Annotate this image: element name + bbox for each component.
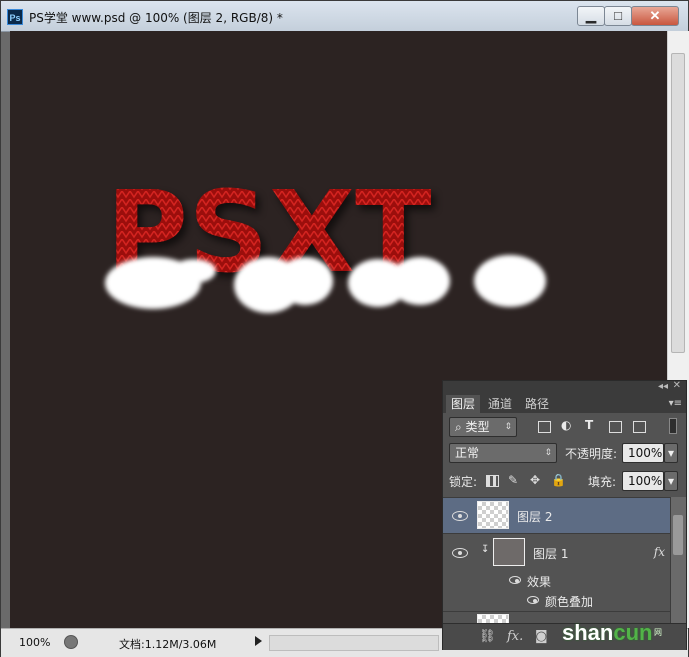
panel-close-icon[interactable]: ✕ bbox=[673, 380, 681, 391]
lock-all-icon[interactable]: 🔒 bbox=[551, 474, 566, 486]
layer-row-2[interactable]: 图层 2 bbox=[443, 497, 670, 533]
panel-menu-icon[interactable]: ▾≡ bbox=[669, 398, 682, 409]
filter-shape-icon[interactable] bbox=[609, 421, 622, 433]
visibility-eye-icon[interactable] bbox=[452, 548, 468, 558]
lock-move-icon[interactable]: ✥ bbox=[529, 474, 541, 486]
blend-mode-select[interactable]: 正常 ⇕ bbox=[449, 443, 557, 463]
visibility-eye-icon[interactable] bbox=[452, 511, 468, 521]
zoom-level[interactable]: 100% bbox=[19, 636, 50, 649]
add-mask-icon[interactable]: ◙ bbox=[535, 629, 548, 644]
opacity-dropdown-icon[interactable]: ▾ bbox=[664, 443, 678, 463]
filter-pixel-icon[interactable] bbox=[538, 421, 551, 433]
minimize-button[interactable]: ▁ bbox=[577, 6, 605, 26]
chevron-updown-icon: ⇕ bbox=[504, 422, 512, 432]
layer-name[interactable]: 图层 2 bbox=[517, 508, 552, 525]
chevron-updown-icon: ⇕ bbox=[544, 448, 552, 458]
fill-dropdown-icon[interactable]: ▾ bbox=[664, 471, 678, 491]
link-layers-icon[interactable]: ⛓ bbox=[479, 629, 496, 644]
export-status-icon[interactable] bbox=[64, 635, 78, 649]
close-button[interactable]: ✕ bbox=[631, 6, 679, 26]
vertical-scroll-thumb[interactable] bbox=[671, 53, 685, 353]
tab-channels[interactable]: 通道 bbox=[483, 395, 517, 413]
panel-tabs: 图层 通道 路径 ▾≡ bbox=[443, 395, 686, 413]
lock-label: 锁定: bbox=[449, 475, 478, 489]
tab-paths[interactable]: 路径 bbox=[520, 395, 554, 413]
collapse-icon[interactable]: ◂◂ bbox=[658, 381, 668, 392]
document-size-info: 文档:1.12M/3.06M bbox=[119, 638, 217, 651]
lock-brush-icon[interactable]: ✎ bbox=[507, 474, 519, 486]
effects-row[interactable]: 效果 bbox=[443, 571, 670, 591]
effects-eye-icon[interactable] bbox=[509, 576, 521, 584]
filter-kind-value: 类型 bbox=[465, 420, 490, 434]
filter-toggle[interactable] bbox=[669, 418, 677, 434]
filter-type-icon[interactable]: T bbox=[585, 418, 593, 432]
layer-fx-icon[interactable]: fx bbox=[654, 545, 665, 559]
horizontal-scrollbar[interactable] bbox=[269, 635, 439, 651]
watermark-shan: shan bbox=[562, 620, 614, 645]
layers-scrollbar[interactable] bbox=[670, 497, 686, 623]
watermark-cun: cun bbox=[613, 620, 653, 645]
layer-name[interactable]: 图层 1 bbox=[533, 545, 568, 562]
effect-eye-icon[interactable] bbox=[527, 596, 539, 604]
layers-panel: ◂◂ ✕ 图层 通道 路径 ▾≡ ⌕ 类型 ⇕ ◐ T 正常 ⇕ 不透明度: 1… bbox=[442, 380, 687, 650]
layer-row-1[interactable]: ↧ 图层 1 fx bbox=[443, 533, 670, 571]
search-icon: ⌕ bbox=[455, 420, 466, 434]
status-menu-arrow-icon[interactable] bbox=[255, 636, 262, 646]
layer-thumbnail bbox=[477, 501, 509, 529]
maximize-button[interactable]: □ bbox=[604, 6, 632, 26]
filter-smartobject-icon[interactable] bbox=[633, 421, 646, 433]
clipping-arrow-icon: ↧ bbox=[481, 544, 490, 555]
effect-item-label: 颜色叠加 bbox=[545, 595, 594, 609]
fill-input[interactable]: 100% bbox=[622, 471, 664, 491]
window-title: PS学堂 www.psd @ 100% (图层 2, RGB/8) * bbox=[29, 11, 283, 25]
title-bar[interactable]: Ps PS学堂 www.psd @ 100% (图层 2, RGB/8) * ▁… bbox=[1, 1, 688, 32]
opacity-input[interactable]: 100% bbox=[622, 443, 664, 463]
tab-layers[interactable]: 图层 bbox=[446, 395, 481, 413]
filter-adjustment-icon[interactable]: ◐ bbox=[561, 418, 571, 432]
watermark-suffix: 网 bbox=[654, 628, 662, 637]
blend-mode-value: 正常 bbox=[455, 446, 480, 460]
lock-transparent-icon[interactable] bbox=[486, 475, 499, 487]
filter-kind-select[interactable]: ⌕ 类型 ⇕ bbox=[449, 417, 517, 437]
fill-label: 填充: bbox=[588, 475, 617, 489]
photoshop-app-icon: Ps bbox=[7, 9, 23, 25]
effect-item-row[interactable]: 颜色叠加 bbox=[443, 591, 670, 611]
add-style-icon[interactable]: fx. bbox=[507, 629, 523, 644]
opacity-label: 不透明度: bbox=[565, 447, 618, 461]
watermark-logo: shancun bbox=[562, 620, 652, 646]
layers-scroll-thumb[interactable] bbox=[673, 515, 683, 555]
effects-label: 效果 bbox=[527, 575, 552, 589]
layer-thumbnail bbox=[493, 538, 525, 566]
panel-header[interactable]: ◂◂ ✕ bbox=[443, 380, 686, 395]
